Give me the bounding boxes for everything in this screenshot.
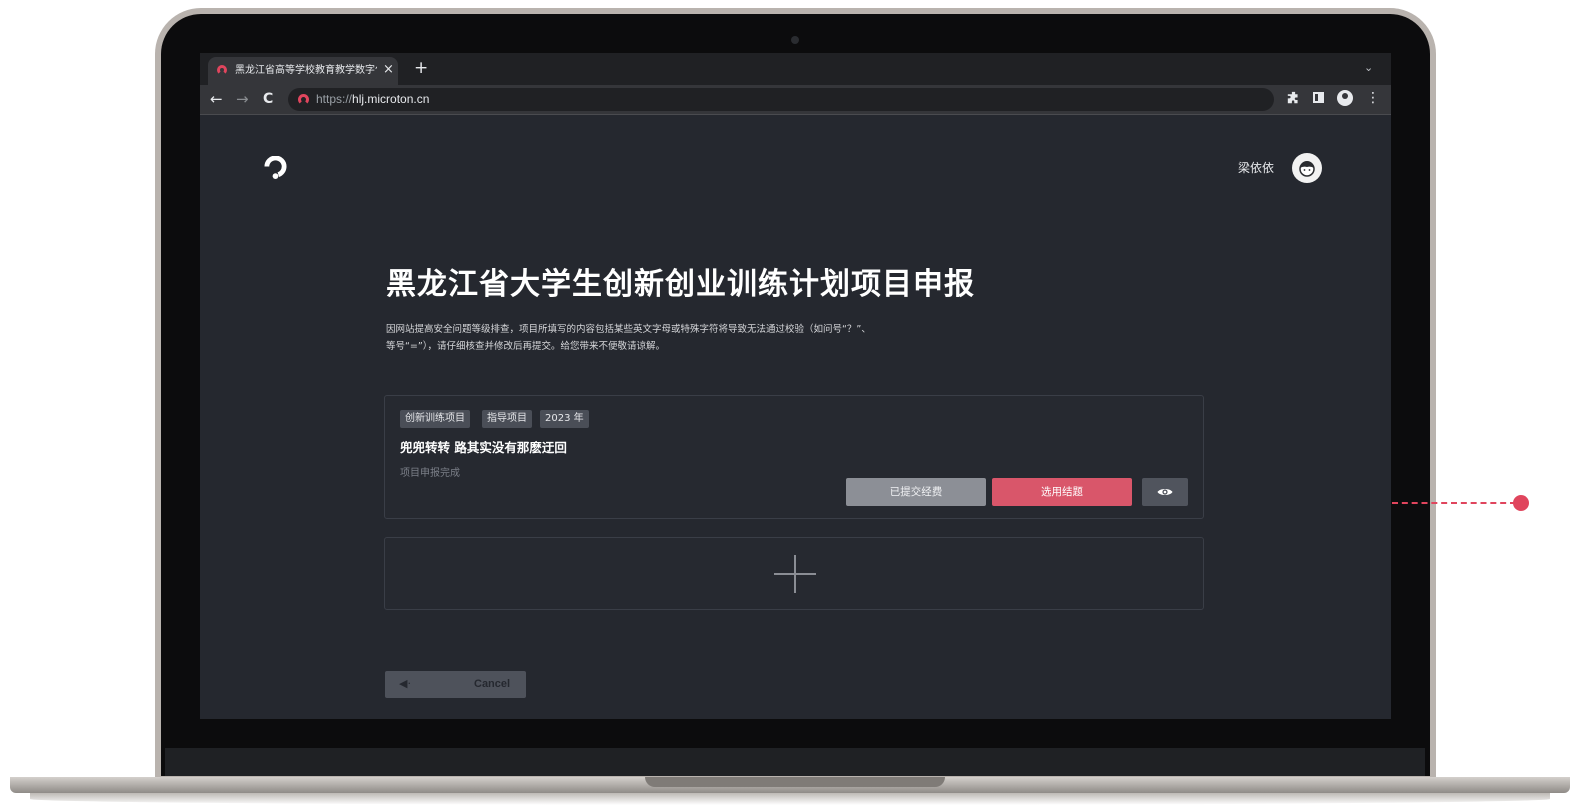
user-name[interactable]: 梁依依 bbox=[1238, 160, 1274, 176]
page-title: 黑龙江省大学生创新创业训练计划项目申报 bbox=[386, 267, 975, 302]
select-conclusion-button[interactable]: 选用结题 bbox=[992, 478, 1132, 506]
notice-line: 因网站提高安全问题等级排查，项目所填写的内容包括某些英文字母或特殊字符将导致无法… bbox=[386, 324, 871, 335]
profile-avatar-icon[interactable] bbox=[1337, 90, 1353, 106]
notice-line: 等号“=”），请仔细核查并修改后再提交。给您带来不便敬请谅解。 bbox=[386, 341, 666, 352]
laptop-notch bbox=[645, 777, 945, 787]
url-scheme: https:// bbox=[316, 92, 353, 106]
cancel-label: Cancel bbox=[474, 678, 511, 690]
tab-close-icon[interactable]: × bbox=[383, 62, 394, 78]
site-favicon-icon bbox=[298, 94, 309, 105]
tab-strip: 黑龙江省高等学校教育教学数字化 × + ⌄ bbox=[200, 53, 1391, 85]
view-button[interactable] bbox=[1142, 478, 1188, 506]
site-logo[interactable] bbox=[264, 155, 287, 179]
laptop-chin bbox=[165, 748, 1425, 776]
back-arrow-icon: ◀· bbox=[399, 677, 411, 690]
tab-title: 黑龙江省高等学校教育教学数字化 bbox=[235, 65, 377, 76]
laptop-shadow bbox=[30, 793, 1550, 805]
side-panel-icon[interactable] bbox=[1313, 92, 1324, 103]
browser-toolbar: ← → C https://hlj.microton.cn ⋮ bbox=[200, 85, 1391, 115]
address-bar[interactable]: https://hlj.microton.cn bbox=[288, 88, 1274, 111]
project-status: 项目申报完成 bbox=[400, 468, 460, 479]
callout-dashed-line bbox=[1392, 502, 1516, 504]
submitted-funds-button[interactable]: 已提交经费 bbox=[846, 478, 986, 506]
site-favicon-icon bbox=[217, 65, 227, 75]
url-host: hlj.microton.cn bbox=[352, 92, 430, 106]
eye-icon bbox=[1157, 489, 1173, 496]
url-text: https://hlj.microton.cn bbox=[316, 88, 429, 111]
browser-menu-icon[interactable]: ⋮ bbox=[1366, 89, 1380, 107]
forward-button[interactable]: → bbox=[236, 88, 249, 110]
project-card: 创新训练项目 指导项目 2023 年 兜兜转转 路其实没有那麽迂回 项目申报完成… bbox=[384, 395, 1204, 519]
tag-project-type: 创新训练项目 bbox=[400, 410, 470, 428]
project-title[interactable]: 兜兜转转 路其实没有那麽迂回 bbox=[400, 439, 567, 457]
security-notice: 因网站提高安全问题等级排查，项目所填写的内容包括某些英文字母或特殊字符将导致无法… bbox=[386, 321, 986, 355]
callout-dot bbox=[1513, 495, 1529, 511]
browser-tab[interactable]: 黑龙江省高等学校教育教学数字化 × bbox=[208, 57, 398, 85]
add-project-card[interactable] bbox=[384, 537, 1204, 610]
tag-year: 2023 年 bbox=[540, 410, 589, 428]
new-tab-button[interactable]: + bbox=[414, 59, 428, 77]
tag-guidance: 指导项目 bbox=[482, 410, 532, 428]
user-avatar[interactable] bbox=[1292, 153, 1322, 183]
back-button[interactable]: ← bbox=[210, 88, 223, 110]
reload-button[interactable]: C bbox=[263, 88, 273, 110]
webcam bbox=[791, 36, 799, 44]
extensions-puzzle-icon[interactable] bbox=[1286, 91, 1300, 105]
cancel-button[interactable]: ◀· Cancel bbox=[385, 671, 526, 698]
tab-search-chevron-icon[interactable]: ⌄ bbox=[1364, 61, 1373, 75]
browser-window: 黑龙江省高等学校教育教学数字化 × + ⌄ ← → C https://hlj.… bbox=[200, 53, 1391, 719]
plus-icon bbox=[774, 555, 816, 593]
